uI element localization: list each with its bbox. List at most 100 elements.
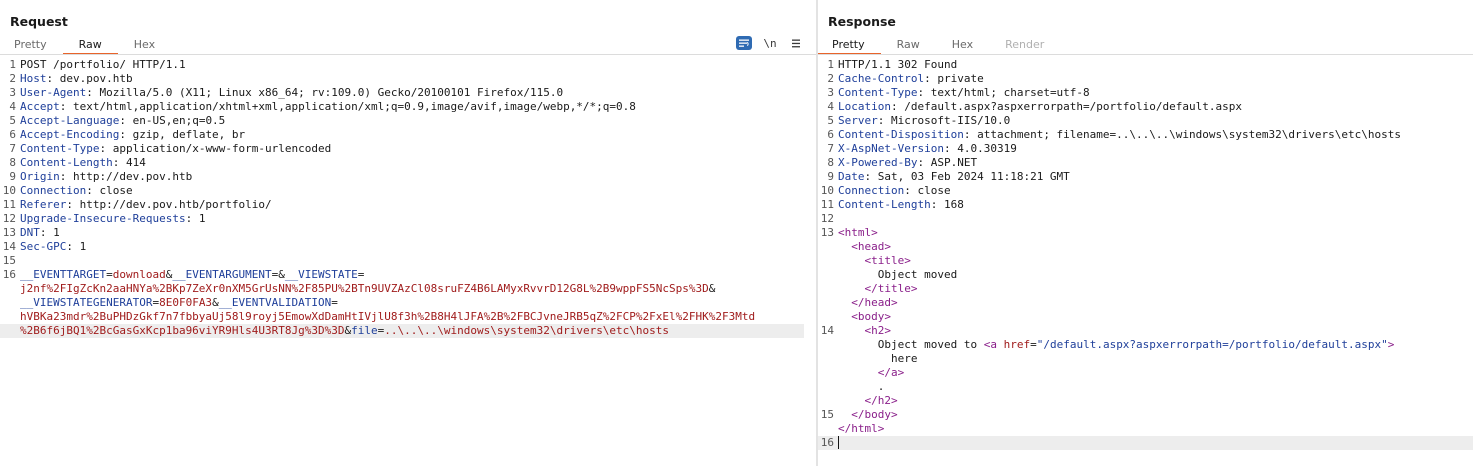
- header-name: X-Powered-By: [838, 156, 918, 169]
- header-value: http://dev.pov.htb: [66, 170, 193, 183]
- header-line: 7 X-AspNet-Version: 4.0.30319: [818, 142, 1473, 156]
- line-number: 14: [2, 240, 16, 253]
- hamburger-menu-icon[interactable]: [788, 36, 804, 50]
- param-key: file: [351, 324, 378, 337]
- html-line: 15 </body>: [818, 408, 1473, 422]
- wrap-lines-icon[interactable]: [736, 36, 752, 50]
- header-value: en-US,en;q=0.5: [125, 114, 226, 127]
- response-tabs: Pretty Raw Hex Render: [818, 36, 1060, 55]
- request-body-line: 16 __EVENTTARGET=download&__EVENTARGUMENT…: [0, 268, 816, 282]
- param-value: 8E0F0FA3: [159, 296, 213, 309]
- request-body-line-wrap: hVBKa23mdr%2BuPHDzGkf7n7fbbyaUj58l9royj5…: [0, 310, 816, 324]
- line-number-empty: [818, 352, 838, 366]
- line-number: 7: [827, 142, 834, 155]
- html-tag: <body>: [851, 310, 891, 323]
- header-line: 11 Referer: http://dev.pov.htb/portfolio/: [0, 198, 816, 212]
- header-value: close: [92, 184, 133, 197]
- line-number-empty: [0, 282, 20, 296]
- line-number: 2: [9, 72, 16, 85]
- line-number: 12: [820, 212, 834, 225]
- request-body-line-wrap: __VIEWSTATEGENERATOR = 8E0F0FA3&__EVENTVAL…: [0, 296, 816, 310]
- html-tag: </body>: [851, 408, 898, 421]
- header-value: close: [910, 184, 951, 197]
- line-number: 6: [827, 128, 834, 141]
- header-line: 2 Host: dev.pov.htb: [0, 72, 816, 86]
- line-number-empty: [0, 324, 20, 338]
- header-line: 8 Content-Length: 414: [0, 156, 816, 170]
- line-number-empty: [818, 240, 838, 254]
- html-line: 14 <h2>: [818, 324, 1473, 338]
- line-number: 4: [827, 100, 834, 113]
- header-value: 1: [72, 240, 87, 253]
- header-value: text/html,application/xhtml+xml,applicat…: [66, 100, 636, 113]
- param-value: hVBKa23mdr%2BuPHDzGkf7n7fbbyaUj58l9royj5…: [20, 310, 756, 323]
- param-key: __EVENTTARGET: [20, 268, 107, 281]
- param-key: __VIEWSTATE: [284, 268, 358, 281]
- line-number-empty: [0, 310, 20, 324]
- header-line: 1 POST /portfolio/ HTTP/1.1: [0, 58, 816, 72]
- line-number: 16: [2, 268, 16, 281]
- html-tag: <h2>: [864, 324, 892, 337]
- request-tabs: Pretty Raw Hex: [0, 36, 171, 55]
- header-name: Accept-Language: [20, 114, 120, 127]
- line-number-empty: [818, 310, 838, 324]
- header-value: 1: [46, 226, 60, 239]
- header-value: text/html; charset=utf-8: [924, 86, 1090, 99]
- show-newlines-button[interactable]: \n: [762, 36, 778, 50]
- header-name: Cache-Control: [838, 72, 925, 85]
- html-tag: >: [1387, 338, 1395, 351]
- header-value: gzip, deflate, br: [125, 128, 246, 141]
- response-tab-pretty[interactable]: Pretty: [818, 36, 881, 55]
- header-name: X-AspNet-Version: [838, 142, 944, 155]
- param-key: __EVENTVALIDATION: [218, 296, 332, 309]
- request-editor[interactable]: 1 POST /portfolio/ HTTP/1.1 2 Host: dev.pov…: [0, 58, 816, 338]
- header-name: Connection: [838, 184, 905, 197]
- ampersand: &: [212, 296, 219, 309]
- response-pane: Response Pretty Raw Hex Render 1 HTTP/1.1…: [818, 0, 1473, 466]
- response-tab-raw[interactable]: Raw: [881, 36, 936, 54]
- header-name: User-Agent: [20, 86, 87, 99]
- header-name: Content-Type: [20, 142, 100, 155]
- header-name: Upgrade-Insecure-Requests: [20, 212, 186, 225]
- line-number: 9: [9, 170, 16, 183]
- line-number: 1: [827, 58, 834, 71]
- equals: =&: [271, 268, 285, 281]
- line-number: 5: [9, 114, 16, 127]
- header-name: Content-Length: [838, 198, 931, 211]
- html-line: </title>: [818, 282, 1473, 296]
- line-number: 4: [9, 100, 16, 113]
- html-line: <head>: [818, 240, 1473, 254]
- header-colon: :: [119, 114, 126, 127]
- header-value: attachment; filename=..\..\..\windows\sy…: [970, 128, 1401, 141]
- line-number-empty: [818, 282, 838, 296]
- header-name: Connection: [20, 184, 87, 197]
- response-tab-render[interactable]: Render: [989, 36, 1060, 54]
- header-name: Date: [838, 170, 865, 183]
- header-line: 10 Connection: close: [818, 184, 1473, 198]
- header-colon: :: [66, 198, 73, 211]
- html-text: Object moved to: [877, 338, 984, 351]
- html-tag: <head>: [851, 240, 891, 253]
- request-line: HTTP/1.1 302 Found: [838, 58, 958, 71]
- request-tab-hex[interactable]: Hex: [118, 36, 171, 54]
- header-value: Sat, 03 Feb 2024 11:18:21 GMT: [871, 170, 1070, 183]
- header-line: 9 Origin: http://dev.pov.htb: [0, 170, 816, 184]
- line-number: 8: [9, 156, 16, 169]
- header-line: 12 Upgrade-Insecure-Requests: 1: [0, 212, 816, 226]
- html-text: .: [877, 380, 885, 393]
- header-colon: :: [86, 184, 93, 197]
- request-tab-raw[interactable]: Raw: [62, 36, 118, 55]
- request-tab-pretty[interactable]: Pretty: [0, 36, 63, 54]
- header-colon: :: [890, 100, 898, 113]
- html-line: .: [818, 380, 1473, 394]
- response-tab-hex[interactable]: Hex: [936, 36, 989, 54]
- html-tag: </html>: [838, 422, 885, 435]
- header-line: 5 Accept-Language: en-US,en;q=0.5: [0, 114, 816, 128]
- line-number-empty: [818, 380, 838, 394]
- header-colon: :: [119, 128, 126, 141]
- header-value: 4.0.30319: [950, 142, 1017, 155]
- header-name: DNT: [20, 226, 40, 239]
- response-editor[interactable]: 1 HTTP/1.1 302 Found 2 Cache-Control: priva…: [818, 58, 1473, 450]
- header-value: private: [930, 72, 984, 85]
- param-value: download: [112, 268, 166, 281]
